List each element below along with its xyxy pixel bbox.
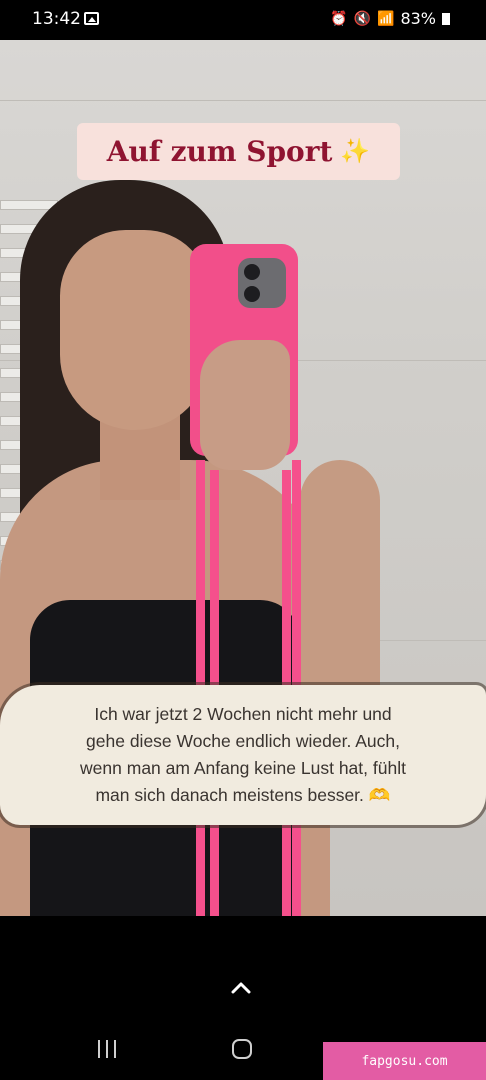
title-text: Auf zum Sport xyxy=(106,135,333,168)
alarm-icon: ⏰ xyxy=(330,10,348,27)
title-sticker[interactable]: Auf zum Sport ✨ xyxy=(77,123,400,180)
battery-level: 83% xyxy=(400,9,436,28)
phone-camera xyxy=(238,258,286,308)
recents-icon[interactable] xyxy=(96,1040,118,1058)
caption-text: Ich war jetzt 2 Wochen nicht mehr und ge… xyxy=(80,704,406,805)
battery-icon xyxy=(442,12,450,25)
watermark: fapgosu.com xyxy=(323,1042,486,1080)
mute-icon: 🔇 xyxy=(353,10,371,27)
status-icons: ⏰ 🔇 📶 83% xyxy=(330,9,450,28)
gallery-icon xyxy=(84,12,99,25)
sparkle-icon: ✨ xyxy=(340,138,371,165)
home-icon[interactable] xyxy=(232,1039,252,1059)
hand xyxy=(200,340,290,470)
status-time: 13:42 xyxy=(32,9,81,29)
status-bar: 13:42 ⏰ 🔇 📶 83% xyxy=(0,0,486,40)
face xyxy=(60,230,210,430)
chevron-up-icon[interactable] xyxy=(231,978,251,998)
caption-sticker[interactable]: Ich war jetzt 2 Wochen nicht mehr und ge… xyxy=(0,685,486,825)
wifi-icon: 📶 xyxy=(377,10,395,27)
